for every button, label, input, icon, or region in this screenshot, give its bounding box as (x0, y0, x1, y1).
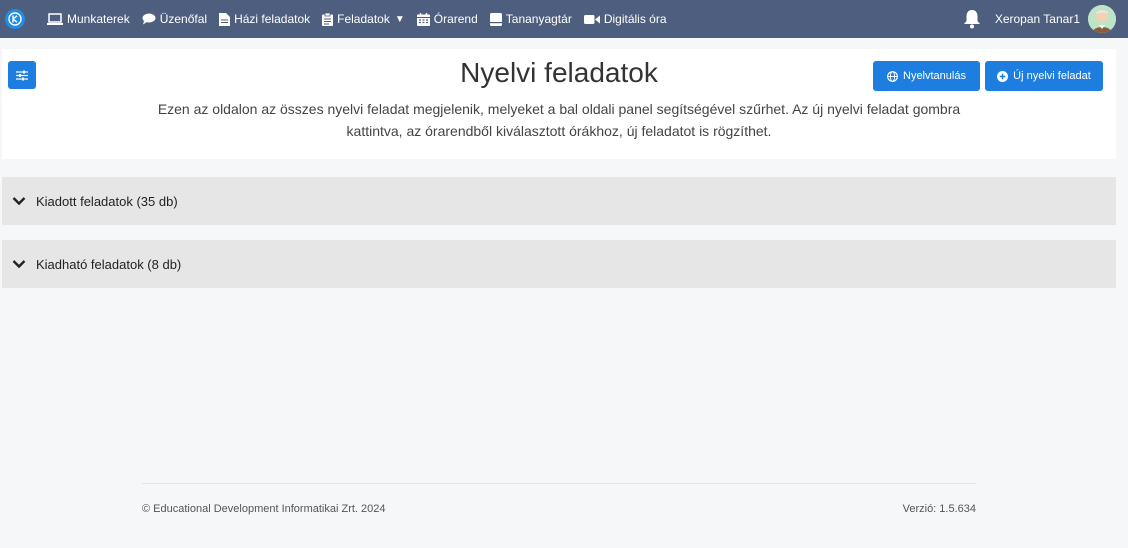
nav-item-feladatok[interactable]: Feladatok ▼ (322, 12, 405, 26)
accordion-issued-tasks[interactable]: Kiadott feladatok (35 db) (2, 177, 1116, 225)
avatar-person-icon (1088, 5, 1116, 33)
nav-item-uzenofal[interactable]: Üzenőfal (142, 12, 207, 26)
laptop-icon (47, 12, 63, 25)
nav-label: Tananyagtár (505, 12, 572, 26)
button-label: Új nyelvi feladat (1013, 70, 1091, 82)
chevron-down-icon (12, 259, 26, 269)
user-area: Xeropan Tanar1 (963, 0, 1116, 38)
nav-label: Órarend (433, 12, 478, 26)
accordion-assignable-tasks[interactable]: Kiadható feladatok (8 db) (2, 240, 1116, 288)
footer-version: Verzió: 1.5.634 (902, 503, 976, 515)
top-navbar: Munkaterek Üzenőfal Házi feladatok Felad… (0, 0, 1128, 38)
nav-label: Munkaterek (67, 12, 130, 26)
nav-label: Feladatok (337, 12, 390, 26)
chat-bubble-icon (142, 13, 156, 25)
button-label: Nyelvtanulás (903, 70, 966, 82)
nav-label: Üzenőfal (159, 12, 208, 26)
nav-label: Digitális óra (603, 12, 667, 26)
book-icon (489, 12, 502, 26)
nav-item-orarend[interactable]: Órarend (416, 12, 478, 26)
main-nav: Munkaterek Üzenőfal Házi feladatok Felad… (47, 0, 679, 38)
nav-item-munkaterek[interactable]: Munkaterek (47, 12, 130, 26)
page-header: Nyelvi feladatok Ezen az oldalon az össz… (2, 49, 1116, 159)
language-learning-button[interactable]: Nyelvtanulás (873, 61, 980, 91)
globe-icon (887, 70, 898, 82)
nav-item-hazi-feladatok[interactable]: Házi feladatok (219, 12, 310, 26)
caret-down-icon: ▼ (394, 13, 405, 25)
accordion-label: Kiadható feladatok (8 db) (36, 256, 182, 272)
new-language-task-button[interactable]: Új nyelvi feladat (985, 61, 1103, 91)
document-icon (219, 12, 231, 26)
accordion-label: Kiadott feladatok (35 db) (36, 193, 178, 209)
plus-circle-icon (997, 70, 1009, 82)
user-avatar[interactable] (1088, 5, 1116, 33)
nav-label: Házi feladatok (234, 12, 311, 26)
footer-copyright: © Educational Development Informatikai Z… (142, 503, 386, 515)
page-description: Ezen az oldalon az összes nyelvi feladat… (157, 101, 961, 139)
app-logo[interactable] (5, 9, 25, 29)
calendar-icon (416, 12, 430, 26)
notification-bell-icon[interactable] (963, 9, 981, 29)
nav-item-tananyagtar[interactable]: Tananyagtár (489, 12, 572, 26)
logo-k-icon (8, 12, 22, 26)
nav-item-digitalis-ora[interactable]: Digitális óra (583, 12, 667, 26)
clipboard-icon (322, 12, 334, 26)
video-camera-icon (583, 14, 600, 24)
user-name[interactable]: Xeropan Tanar1 (995, 12, 1080, 26)
chevron-down-icon (12, 196, 26, 206)
footer-divider (142, 483, 976, 484)
